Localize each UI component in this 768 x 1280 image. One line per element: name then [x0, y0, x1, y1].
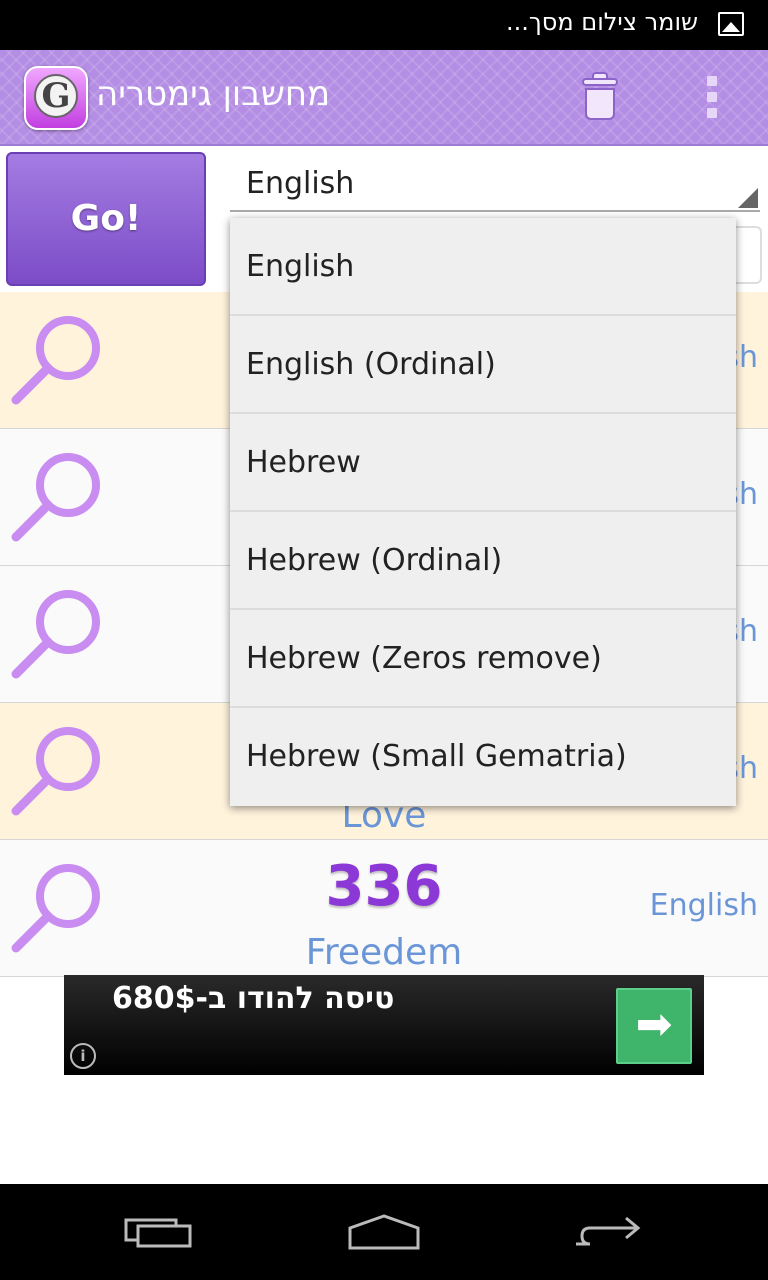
- search-icon[interactable]: [8, 584, 108, 684]
- dropdown-caret-icon: [738, 188, 758, 208]
- result-word: Freedem: [305, 932, 463, 973]
- recents-icon[interactable]: [124, 1218, 192, 1248]
- ad-text: טיסה להודו ב-680$: [112, 981, 395, 1016]
- overflow-menu-icon[interactable]: [700, 76, 724, 122]
- dropdown-option[interactable]: English (Ordinal): [230, 316, 736, 414]
- arrow-right-icon[interactable]: ➡: [616, 988, 692, 1064]
- language-select-value: English: [246, 166, 355, 201]
- dropdown-option[interactable]: Hebrew (Small Gematria): [230, 708, 736, 806]
- dropdown-option[interactable]: Hebrew: [230, 414, 736, 512]
- go-button[interactable]: Go!: [6, 152, 206, 286]
- ad-banner[interactable]: טיסה להודו ב-680$ i ➡: [64, 975, 704, 1075]
- app-logo-icon: G: [24, 66, 88, 130]
- result-language: English: [649, 888, 758, 923]
- trash-lid: [582, 78, 618, 86]
- image-icon: [718, 12, 744, 36]
- trash-can: [585, 88, 615, 120]
- trash-icon[interactable]: [580, 70, 620, 124]
- dropdown-option[interactable]: Hebrew (Ordinal): [230, 512, 736, 610]
- status-bar: שומר צילום מסך...: [0, 0, 768, 50]
- logo-letter: G: [34, 74, 78, 118]
- language-select[interactable]: English: [230, 154, 760, 212]
- app-title: מחשבון גימטריה: [96, 74, 331, 114]
- action-bar: G מחשבון גימטריה: [0, 50, 768, 146]
- language-dropdown: English English (Ordinal) Hebrew Hebrew (Or…: [230, 218, 736, 806]
- info-icon[interactable]: i: [70, 1043, 96, 1069]
- search-icon[interactable]: [8, 447, 108, 547]
- result-row[interactable]: 336 Freedem English: [0, 840, 768, 977]
- dropdown-option[interactable]: English: [230, 218, 736, 316]
- search-icon[interactable]: [8, 310, 108, 410]
- back-icon[interactable]: [574, 1210, 644, 1250]
- home-icon[interactable]: [346, 1212, 422, 1252]
- dropdown-option[interactable]: Hebrew (Zeros remove): [230, 610, 736, 708]
- navigation-bar: [0, 1184, 768, 1280]
- screen: שומר צילום מסך... G מחשבון גימטריה Go! E…: [0, 0, 768, 1280]
- status-notification-text: שומר צילום מסך...: [505, 8, 698, 36]
